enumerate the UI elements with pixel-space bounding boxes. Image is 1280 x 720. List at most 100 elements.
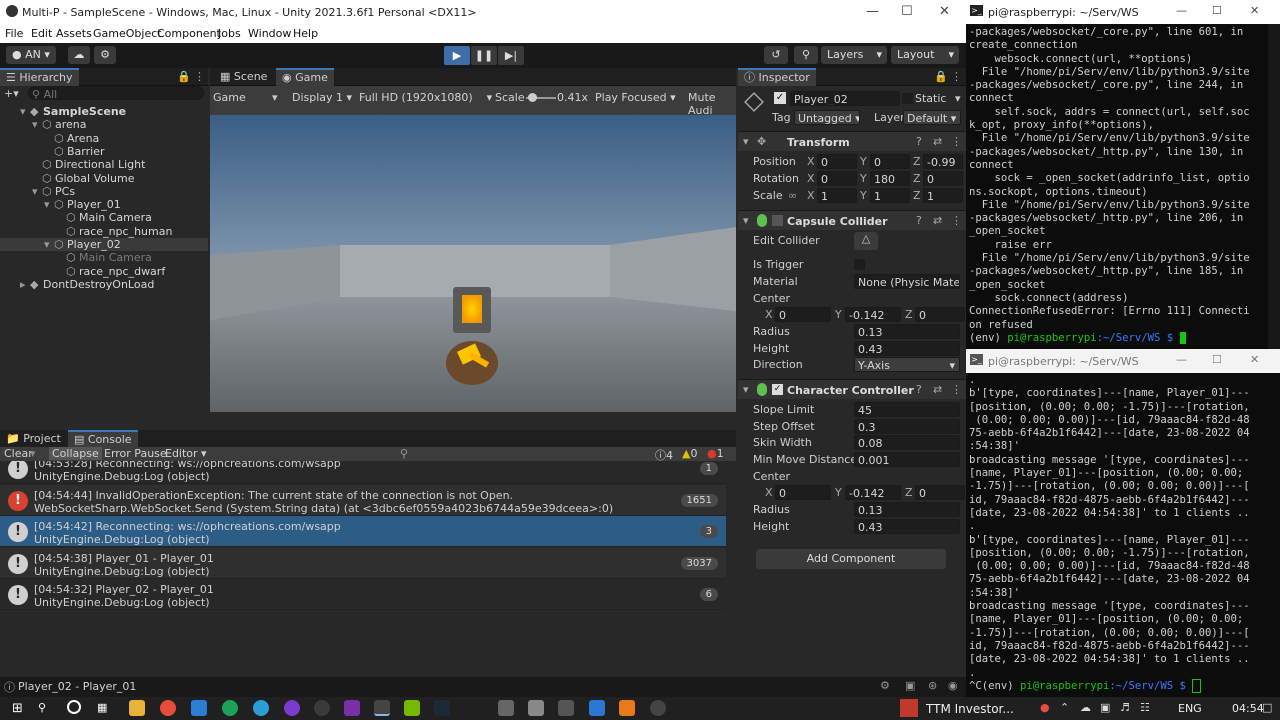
menu-assets[interactable]: Assets xyxy=(56,27,92,40)
collab-icon[interactable]: ⚙ xyxy=(94,46,116,64)
scale-z-input[interactable]: 1 xyxy=(923,188,963,203)
chevron-down-icon[interactable]: ▾ xyxy=(30,447,36,460)
search-icon[interactable]: ⚲ xyxy=(38,701,46,714)
debug-icon[interactable]: ⚙ xyxy=(880,679,890,692)
transform-header[interactable]: ▾ ✥ Transform ? ⇄ ⋮ xyxy=(738,131,966,151)
stock-ticker[interactable]: TTM Investor... xyxy=(926,702,1014,716)
console-log-row[interactable]: ! [04:54:38] Player_01 - Player_01 UnityEn… xyxy=(0,547,726,579)
play-button[interactable]: ▶ xyxy=(444,46,470,65)
console-log-row[interactable]: ! [04:54:42] Reconnecting: ws://ophcreati… xyxy=(0,516,726,547)
console-search-input[interactable] xyxy=(398,447,648,461)
position-z-input[interactable]: -0.99 xyxy=(923,154,963,169)
static-checkbox[interactable] xyxy=(902,93,913,104)
history-icon[interactable]: ↺ xyxy=(764,46,788,64)
terminal-1-scrollbar[interactable] xyxy=(1268,24,1280,349)
error-counter-toggle[interactable]: ●1 xyxy=(707,447,724,460)
kebab-menu-icon[interactable]: ⋮ xyxy=(951,214,962,227)
tab-game[interactable]: ◉ Game xyxy=(276,68,334,86)
hierarchy-item[interactable]: ⬡ Main Camera xyxy=(0,251,208,264)
play-focused-dropdown[interactable]: Play Focused ▾ xyxy=(595,91,676,104)
preset-icon[interactable]: ⇄ xyxy=(933,383,942,396)
menu-help[interactable]: Help xyxy=(293,27,318,40)
chevron-down-icon[interactable]: ▾ xyxy=(955,92,961,105)
kebab-menu-icon[interactable]: ⋮ xyxy=(951,135,962,148)
maximize-icon[interactable]: ☐ xyxy=(1212,353,1222,366)
layout-dropdown[interactable]: Layout ▾ xyxy=(891,46,959,64)
notification-icon[interactable]: □ xyxy=(1262,701,1272,714)
position-y-input[interactable]: 0 xyxy=(870,154,910,169)
windows-start-icon[interactable]: ⊞ xyxy=(12,701,23,716)
direction-dropdown[interactable]: Y-Axis ▾ xyxy=(854,357,960,372)
mute-audio-toggle[interactable]: Mute Audi xyxy=(688,91,736,117)
slope-limit-input[interactable]: 45 xyxy=(854,402,960,417)
widgets-icon[interactable]: ▦ xyxy=(97,701,107,714)
rotation-z-input[interactable]: 0 xyxy=(923,171,963,186)
cc-center-y-input[interactable]: -0.142 xyxy=(845,485,901,500)
clear-button[interactable]: Clear xyxy=(4,447,33,460)
rotation-y-input[interactable]: 180 xyxy=(870,171,910,186)
language-indicator[interactable]: ENG xyxy=(1178,702,1202,715)
app-icon-dark[interactable] xyxy=(558,700,574,716)
capsule-center-y-input[interactable]: -0.142 xyxy=(845,307,901,322)
resolution-dropdown[interactable]: Full HD (1920x1080) ▾ xyxy=(359,91,492,104)
radius-input[interactable]: 0.13 xyxy=(854,324,960,339)
tray-cloud-icon[interactable]: ☁ xyxy=(1080,701,1091,714)
scale-slider-handle[interactable] xyxy=(528,93,537,102)
min-move-input[interactable]: 0.001 xyxy=(854,452,960,467)
menu-jobs[interactable]: Jobs xyxy=(218,27,241,40)
console-log-row[interactable]: ! [04:54:32] Player_02 - Player_01 UnityEn… xyxy=(0,579,726,610)
active-checkbox[interactable]: ✓ xyxy=(774,92,786,104)
display-dropdown[interactable]: Display 1 ▾ xyxy=(292,91,352,104)
tag-dropdown[interactable]: Untagged ▾ xyxy=(794,110,860,125)
lock-icon[interactable]: 🔒 xyxy=(177,70,191,83)
tab-console[interactable]: ▤ Console xyxy=(68,430,138,448)
tray-app-icon[interactable]: ● xyxy=(1040,701,1050,714)
preset-icon[interactable]: ⇄ xyxy=(933,214,942,227)
scale-x-input[interactable]: 1 xyxy=(817,188,857,203)
vscode-icon[interactable] xyxy=(589,700,605,716)
hierarchy-item[interactable]: ⬡ Barrier xyxy=(0,145,208,158)
edit-collider-button[interactable]: △ xyxy=(854,232,878,250)
terminal-1-prompt[interactable]: (env) pi@raspberrypi:~/Serv/WS $ _ xyxy=(969,332,1186,344)
cc-height-input[interactable]: 0.43 xyxy=(854,519,960,534)
maximize-icon[interactable]: ☐ xyxy=(1212,4,1222,17)
console-log-row[interactable]: ! [04:54:44] InvalidOperationException: T… xyxy=(0,484,726,516)
lock-icon[interactable]: 🔒 xyxy=(934,70,948,83)
chrome-icon[interactable] xyxy=(160,700,176,716)
obs-icon[interactable] xyxy=(314,700,330,716)
minimize-icon[interactable]: — xyxy=(866,4,879,19)
minimize-icon[interactable]: — xyxy=(1176,4,1187,17)
close-icon[interactable]: ✕ xyxy=(1250,353,1259,366)
help-icon[interactable]: ? xyxy=(916,135,922,148)
unity-taskbar-icon[interactable] xyxy=(374,700,390,716)
character-controller-header[interactable]: ▾ ✓ Character Controller ? ⇄ ⋮ xyxy=(738,379,966,399)
menu-component[interactable]: Component xyxy=(157,27,221,40)
hierarchy-search-input[interactable]: ⚲ All xyxy=(28,86,204,100)
cc-enabled-checkbox[interactable]: ✓ xyxy=(772,384,783,395)
preset-icon[interactable]: ⇄ xyxy=(933,135,942,148)
capsule-collider-header[interactable]: ▾ Capsule Collider ? ⇄ ⋮ xyxy=(738,210,966,230)
object-name-input[interactable]: Player_02 xyxy=(790,91,900,106)
help-icon[interactable]: ? xyxy=(916,214,922,227)
edge-icon[interactable] xyxy=(191,700,207,716)
blender-icon[interactable] xyxy=(619,700,635,716)
cc-center-z-input[interactable]: 0 xyxy=(915,485,965,500)
console-log-row[interactable]: ! [04:53:28] Reconnecting: ws://ophcreati… xyxy=(0,461,726,484)
file-explorer-icon[interactable] xyxy=(129,700,145,716)
hierarchy-item[interactable]: ▾ ⬡ Player_01 xyxy=(0,198,208,211)
pause-button[interactable]: ❚❚ xyxy=(471,46,497,65)
app-icon-grey[interactable] xyxy=(498,700,514,716)
scale-y-input[interactable]: 1 xyxy=(870,188,910,203)
step-offset-input[interactable]: 0.3 xyxy=(854,419,960,434)
kebab-menu-icon[interactable]: ⋮ xyxy=(951,383,962,396)
network-icon[interactable]: ⊛ xyxy=(928,679,937,692)
app-icon-green[interactable] xyxy=(222,700,238,716)
hierarchy-item[interactable]: ▾ ⬡ Player_02 xyxy=(0,238,208,251)
chevron-down-icon[interactable]: ▾ xyxy=(44,198,50,211)
step-button[interactable]: ▶| xyxy=(498,46,524,65)
task-view-icon[interactable] xyxy=(67,700,81,714)
position-x-input[interactable]: 0 xyxy=(817,154,857,169)
tray-volume-icon[interactable]: ♬ xyxy=(1120,701,1130,714)
layers-dropdown[interactable]: Layers ▾ xyxy=(821,46,887,64)
hierarchy-item[interactable]: ⬡ race_npc_dwarf xyxy=(0,265,208,278)
